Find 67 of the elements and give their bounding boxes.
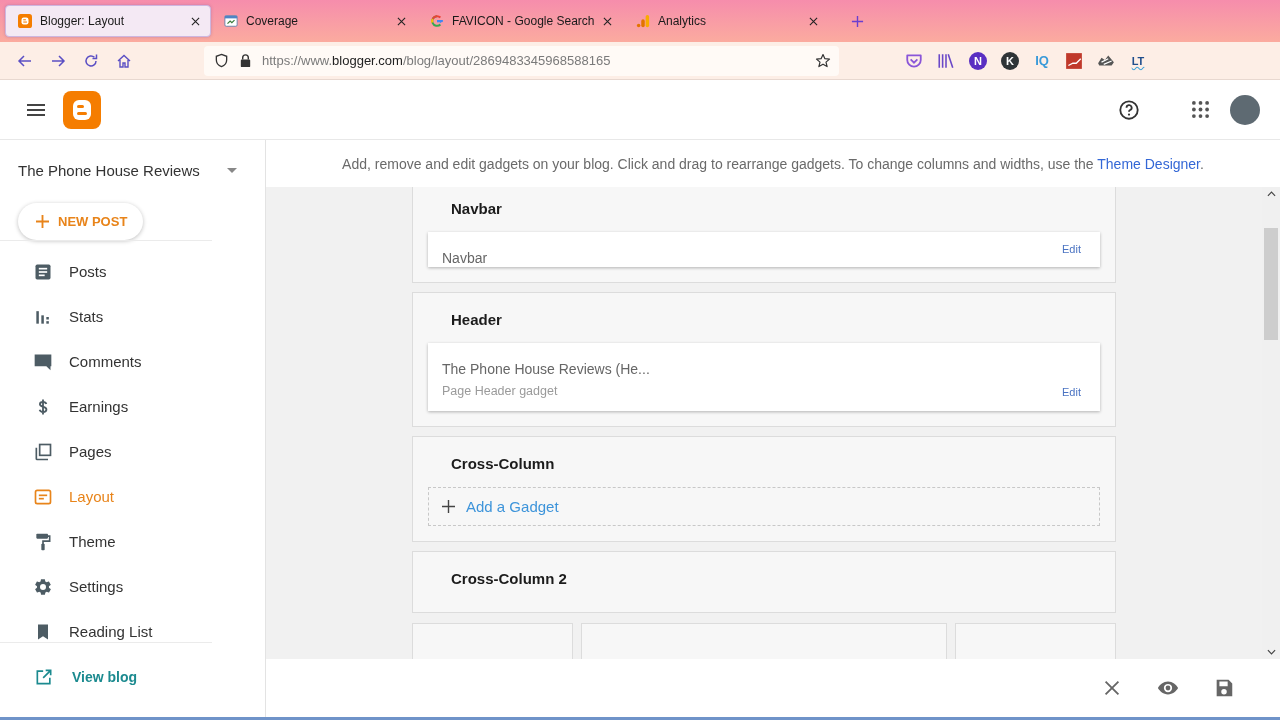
section-title: Header: [451, 310, 502, 330]
close-icon[interactable]: [397, 16, 406, 26]
nav-item[interactable]: Earnings: [0, 384, 265, 429]
section-title: Cross-Column 2: [451, 569, 567, 589]
gadget-title: The Phone House Reviews (He...: [442, 360, 650, 378]
blogger-favicon-icon: [18, 14, 32, 28]
help-icon[interactable]: [1118, 98, 1140, 121]
extension-button[interactable]: LT: [1129, 54, 1147, 67]
edit-link[interactable]: Edit: [1062, 242, 1081, 256]
gadget-title: Navbar: [442, 250, 488, 266]
section-title: Cross-Column: [451, 454, 555, 474]
forward-arrow-icon[interactable]: [50, 52, 66, 69]
browser-tab[interactable]: Analytics: [623, 5, 829, 37]
avatar[interactable]: [1230, 94, 1260, 125]
scrollbar-thumb[interactable]: [1264, 228, 1278, 340]
blogger-logo-icon[interactable]: [63, 90, 101, 129]
section-title: Navbar: [451, 199, 502, 219]
close-icon[interactable]: [603, 16, 612, 26]
gadget-type: Page Header gadget: [442, 383, 558, 399]
scrollbar[interactable]: [1262, 187, 1280, 659]
settings-icon: [33, 576, 53, 597]
menu-icon[interactable]: [27, 103, 45, 116]
shield-icon[interactable]: [214, 53, 229, 68]
gadget-card[interactable]: Navbar Edit: [428, 232, 1100, 267]
close-icon[interactable]: [191, 16, 200, 26]
dropdown-caret-icon: [227, 167, 237, 173]
theme-designer-link[interactable]: Theme Designer: [1097, 155, 1200, 172]
chart-favicon-icon: [224, 14, 238, 28]
home-icon[interactable]: [116, 52, 132, 69]
scroll-up-icon[interactable]: [1266, 191, 1276, 197]
library-icon[interactable]: [937, 51, 955, 70]
blog-selector[interactable]: The Phone House Reviews: [0, 150, 265, 190]
new-tab-icon[interactable]: [851, 14, 864, 28]
view-blog-link[interactable]: View blog: [0, 657, 265, 697]
browser-tab[interactable]: Coverage: [211, 5, 417, 37]
nav-item[interactable]: Posts: [0, 249, 265, 294]
gadget-card[interactable]: The Phone House Reviews (He... Page Header gadget Edit: [428, 343, 1100, 411]
extension-button[interactable]: N: [969, 51, 987, 70]
nav-item[interactable]: Settings: [0, 564, 265, 609]
apps-grid-icon[interactable]: [1192, 101, 1209, 118]
url-text: https://www.blogger.com/blog/layout/2869483345968588165: [262, 53, 612, 68]
edit-link[interactable]: Edit: [1062, 385, 1081, 399]
pocket-icon[interactable]: [905, 51, 923, 70]
back-arrow-icon[interactable]: [17, 52, 33, 69]
reload-icon[interactable]: [83, 52, 99, 69]
google-favicon-icon: [430, 14, 444, 28]
nav-item[interactable]: Theme: [0, 519, 265, 564]
lock-icon[interactable]: [238, 53, 253, 68]
plus-icon: [36, 215, 49, 228]
layout-instructions: Add, remove and edit gadgets on your blog. Click and drag to rearrange gadgets. To change columns and widths, use the Theme Designer.: [342, 155, 1204, 172]
chart-icon[interactable]: [1065, 51, 1083, 70]
nav-item[interactable]: Comments: [0, 339, 265, 384]
browser-tab[interactable]: Blogger: Layout: [5, 5, 211, 37]
nav-item[interactable]: Reading List: [0, 609, 265, 642]
close-icon[interactable]: [809, 16, 818, 26]
external-link-icon: [34, 667, 54, 687]
extension-button[interactable]: K: [1001, 51, 1019, 70]
scroll-down-icon[interactable]: [1266, 649, 1276, 655]
bookmark-star-icon[interactable]: [815, 52, 831, 69]
bar-chart-favicon-icon: [636, 14, 650, 28]
plus-icon: [442, 500, 455, 513]
pages-icon: [33, 441, 53, 462]
browser-tab[interactable]: FAVICON - Google Search: [417, 5, 623, 37]
nav-item[interactable]: Stats: [0, 294, 265, 339]
address-bar[interactable]: https://www.blogger.com/blog/layout/2869483345968588165: [204, 45, 839, 76]
nav-item[interactable]: Pages: [0, 429, 265, 474]
paint-roller-icon: [33, 531, 53, 552]
